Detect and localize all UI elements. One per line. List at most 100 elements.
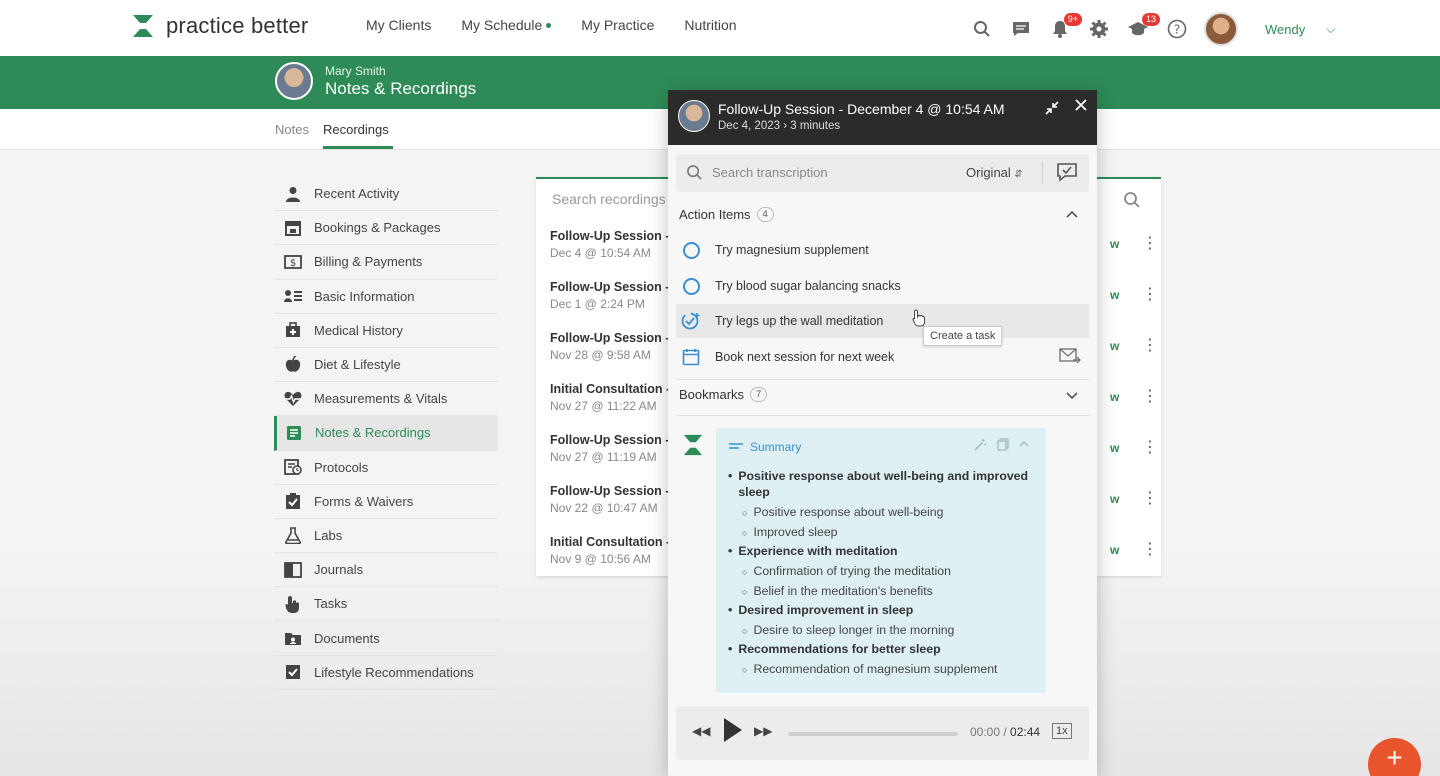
playback-speed-button[interactable]: 1x [1052,723,1072,739]
divider [676,379,1089,380]
action-item-text: Try magnesium supplement [715,243,869,257]
chevron-up-icon[interactable] [1066,207,1078,221]
transcription-search-input[interactable]: Search transcription [712,165,828,180]
sidebar-item-medical-history[interactable]: Medical History [274,314,498,348]
chat-icon[interactable] [1009,17,1033,41]
magic-wand-icon[interactable] [974,438,987,454]
sidebar-item-billing[interactable]: $ Billing & Payments [274,245,498,280]
more-vertical-icon[interactable]: ⋮ [1142,488,1158,508]
tab-notes[interactable]: Notes [275,122,309,137]
sidebar-item-protocols[interactable]: Protocols [274,451,498,485]
more-vertical-icon[interactable]: ⋮ [1142,437,1158,457]
sidebar-item-measurements[interactable]: Measurements & Vitals [274,382,498,417]
summary-body: Positive response about well-being and i… [728,466,1040,678]
more-vertical-icon[interactable]: ⋮ [1142,386,1158,406]
search-icon[interactable] [1123,191,1141,214]
add-button[interactable]: + [1368,738,1421,776]
updates-badge: 13 [1141,13,1160,26]
action-items-label: Action Items [679,207,751,222]
recording-modal: Follow-Up Session - December 4 @ 10:54 A… [668,90,1097,776]
sidebar-item-label: Basic Information [314,288,415,304]
brand-logo[interactable]: practice better [132,13,308,39]
tab-recordings[interactable]: Recordings [323,122,389,137]
feedback-icon[interactable] [1056,162,1078,187]
progress-track[interactable] [788,732,958,736]
bookmarks-header[interactable]: Bookmarks 7 [679,387,768,402]
more-vertical-icon[interactable]: ⋮ [1142,233,1158,253]
sidebar-item-documents[interactable]: Documents [274,621,498,656]
client-avatar [275,62,313,100]
email-arrow-icon[interactable] [1059,348,1081,369]
action-items-header[interactable]: Action Items 4 [679,207,774,222]
sidebar-item-notes-recordings[interactable]: Notes & Recordings [274,416,498,451]
view-link[interactable]: w [1110,237,1119,251]
sidebar-item-labs[interactable]: Labs [274,519,498,554]
checklist-icon [284,492,302,510]
action-item[interactable]: Try magnesium supplement [676,233,1089,267]
sidebar-item-bookings[interactable]: Bookings & Packages [274,211,498,246]
nav-nutrition[interactable]: Nutrition [684,17,736,33]
more-vertical-icon[interactable]: ⋮ [1142,284,1158,304]
gear-icon[interactable] [1087,17,1111,41]
close-icon[interactable] [1074,98,1088,117]
sidebar-item-diet[interactable]: Diet & Lifestyle [274,348,498,383]
sidebar-item-basic-info[interactable]: Basic Information [274,280,498,314]
sidebar-item-tasks[interactable]: Tasks [274,587,498,622]
action-item[interactable]: Try legs up the wall meditation [676,304,1089,338]
play-icon[interactable] [724,718,742,742]
summary-point-text: Recommendations for better sleep [738,641,941,656]
summary-header[interactable]: Summary [728,440,801,454]
nav-my-practice[interactable]: My Practice [581,17,654,33]
search-icon[interactable] [970,17,994,41]
nav-my-schedule[interactable]: My Schedule [461,17,552,33]
minimize-icon[interactable] [1044,100,1060,119]
chevron-up-icon[interactable] [1019,438,1029,454]
add-task-check-icon[interactable] [681,311,701,331]
view-link[interactable]: w [1110,339,1119,353]
fast-forward-icon[interactable]: ▶▶ [754,724,772,738]
calendar-icon[interactable] [681,347,701,367]
recordings-search-input[interactable]: Search recordings [552,191,666,207]
rewind-icon[interactable]: ◀◀ [692,724,710,738]
sidebar-item-journals[interactable]: Journals [274,553,498,588]
top-bar: practice better My Clients My Schedule M… [0,0,1440,56]
view-link[interactable]: w [1110,288,1119,302]
sidebar-item-recent-activity[interactable]: Recent Activity [274,177,498,212]
view-link[interactable]: w [1110,543,1119,557]
chevron-down-icon[interactable]: ⌵ [1326,22,1335,37]
divider [676,415,1089,416]
client-name: Mary Smith [325,64,386,78]
more-vertical-icon[interactable]: ⋮ [1142,539,1158,559]
more-vertical-icon[interactable]: ⋮ [1142,335,1158,355]
action-items-count: 4 [756,207,774,222]
user-avatar[interactable] [1204,12,1238,46]
sidebar-item-lifestyle-recommendations[interactable]: Lifestyle Recommendations [274,656,498,690]
action-item[interactable]: Try blood sugar balancing snacks [676,269,1089,303]
view-link[interactable]: w [1110,492,1119,506]
view-link[interactable]: w [1110,390,1119,404]
nav-my-clients[interactable]: My Clients [366,17,431,33]
folder-icon [284,629,302,647]
graduation-cap-icon[interactable]: 13 [1126,13,1160,41]
sidebar-item-label: Documents [314,630,380,646]
copy-icon[interactable] [997,438,1009,454]
unchecked-circle-icon[interactable] [681,240,701,260]
summary-subpoint: Recommendation of magnesium supplement [742,662,1040,678]
summary-subpoint: Belief in the meditation's benefits [742,584,1040,600]
action-item[interactable]: Book next session for next week [676,340,1089,374]
current-time: 00:00 [970,725,1001,739]
help-icon[interactable]: ? [1165,17,1189,41]
chevron-down-icon[interactable] [1066,389,1078,403]
modal-title: Follow-Up Session - December 4 @ 10:54 A… [718,101,1005,117]
view-link[interactable]: w [1110,441,1119,455]
sidebar-item-label: Billing & Payments [314,254,423,270]
summary-subpoint-text: Belief in the meditation's benefits [753,583,933,598]
sidebar-item-forms[interactable]: Forms & Waivers [274,485,498,519]
action-item-text: Try blood sugar balancing snacks [715,279,901,293]
user-name[interactable]: Wendy [1265,22,1305,37]
transcript-mode-select[interactable]: Original ⇵ [966,165,1023,180]
bell-icon[interactable]: 9+ [1048,13,1082,41]
unchecked-circle-icon[interactable] [681,276,701,296]
sidebar-item-label: Protocols [314,459,369,475]
sort-arrows-icon: ⇵ [1014,169,1023,180]
